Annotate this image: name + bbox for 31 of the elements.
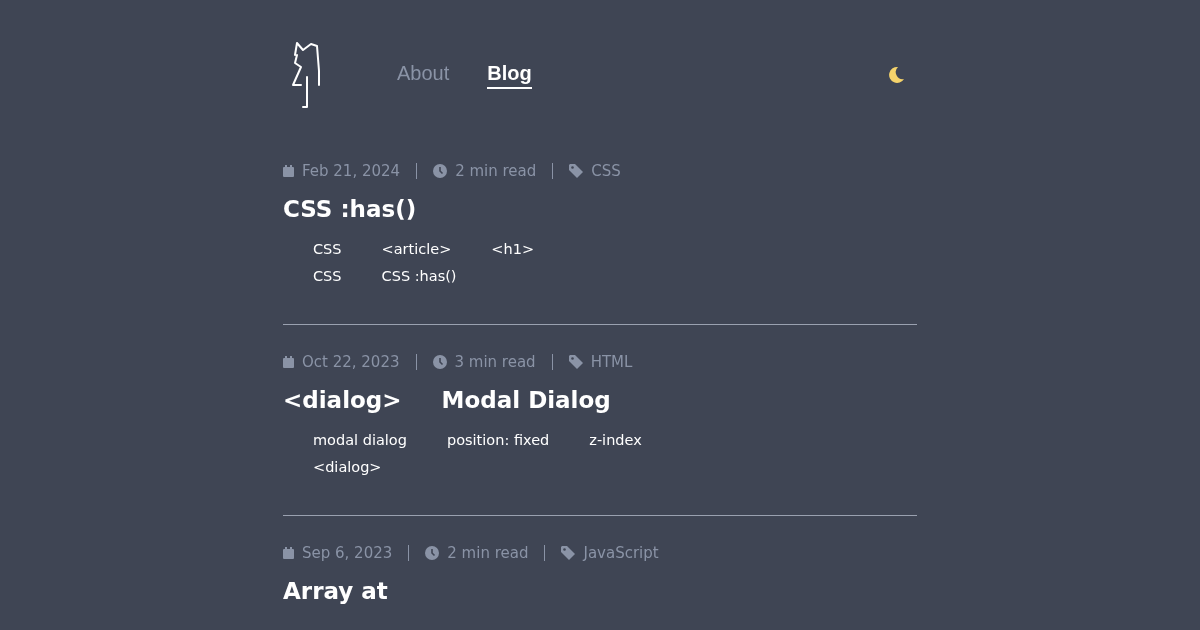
cat-logo-icon[interactable] xyxy=(291,41,323,109)
summary-text: CSS :has() xyxy=(381,267,457,286)
summary-text: CSS xyxy=(313,267,342,286)
clock-icon xyxy=(432,355,447,369)
summary-text: z-index xyxy=(589,431,642,450)
post-title[interactable]: Modal Dialog xyxy=(441,387,611,413)
post-date: Oct 22, 2023 xyxy=(302,353,400,371)
post-title[interactable]: Array at xyxy=(283,578,388,604)
summary-text: position: fixed xyxy=(446,431,550,450)
tag-icon xyxy=(569,164,584,178)
tag-icon xyxy=(561,546,576,560)
read-time: 2 min read xyxy=(455,162,537,180)
summary-text: <h1> xyxy=(491,240,535,259)
calendar-icon xyxy=(283,165,294,177)
summary-text: CSS xyxy=(313,240,342,259)
nav-link[interactable]: Blog xyxy=(487,61,532,89)
post-title[interactable]: <dialog> xyxy=(283,387,402,413)
tag-icon xyxy=(568,355,583,369)
read-time: 3 min read xyxy=(454,353,536,371)
post-date: Sep 6, 2023 xyxy=(302,544,393,562)
calendar-icon xyxy=(283,356,294,368)
moon-icon[interactable] xyxy=(887,66,905,84)
post-date: Feb 21, 2024 xyxy=(302,162,401,180)
clock-icon xyxy=(425,546,440,560)
summary-text: <dialog> xyxy=(313,458,382,477)
calendar-icon xyxy=(283,547,294,559)
post-title[interactable]: CSS :has() xyxy=(283,196,417,222)
clock-icon xyxy=(433,164,448,178)
read-time: 2 min read xyxy=(447,544,529,562)
summary-text: <article> xyxy=(381,240,452,259)
summary-text: modal dialog xyxy=(313,431,407,450)
